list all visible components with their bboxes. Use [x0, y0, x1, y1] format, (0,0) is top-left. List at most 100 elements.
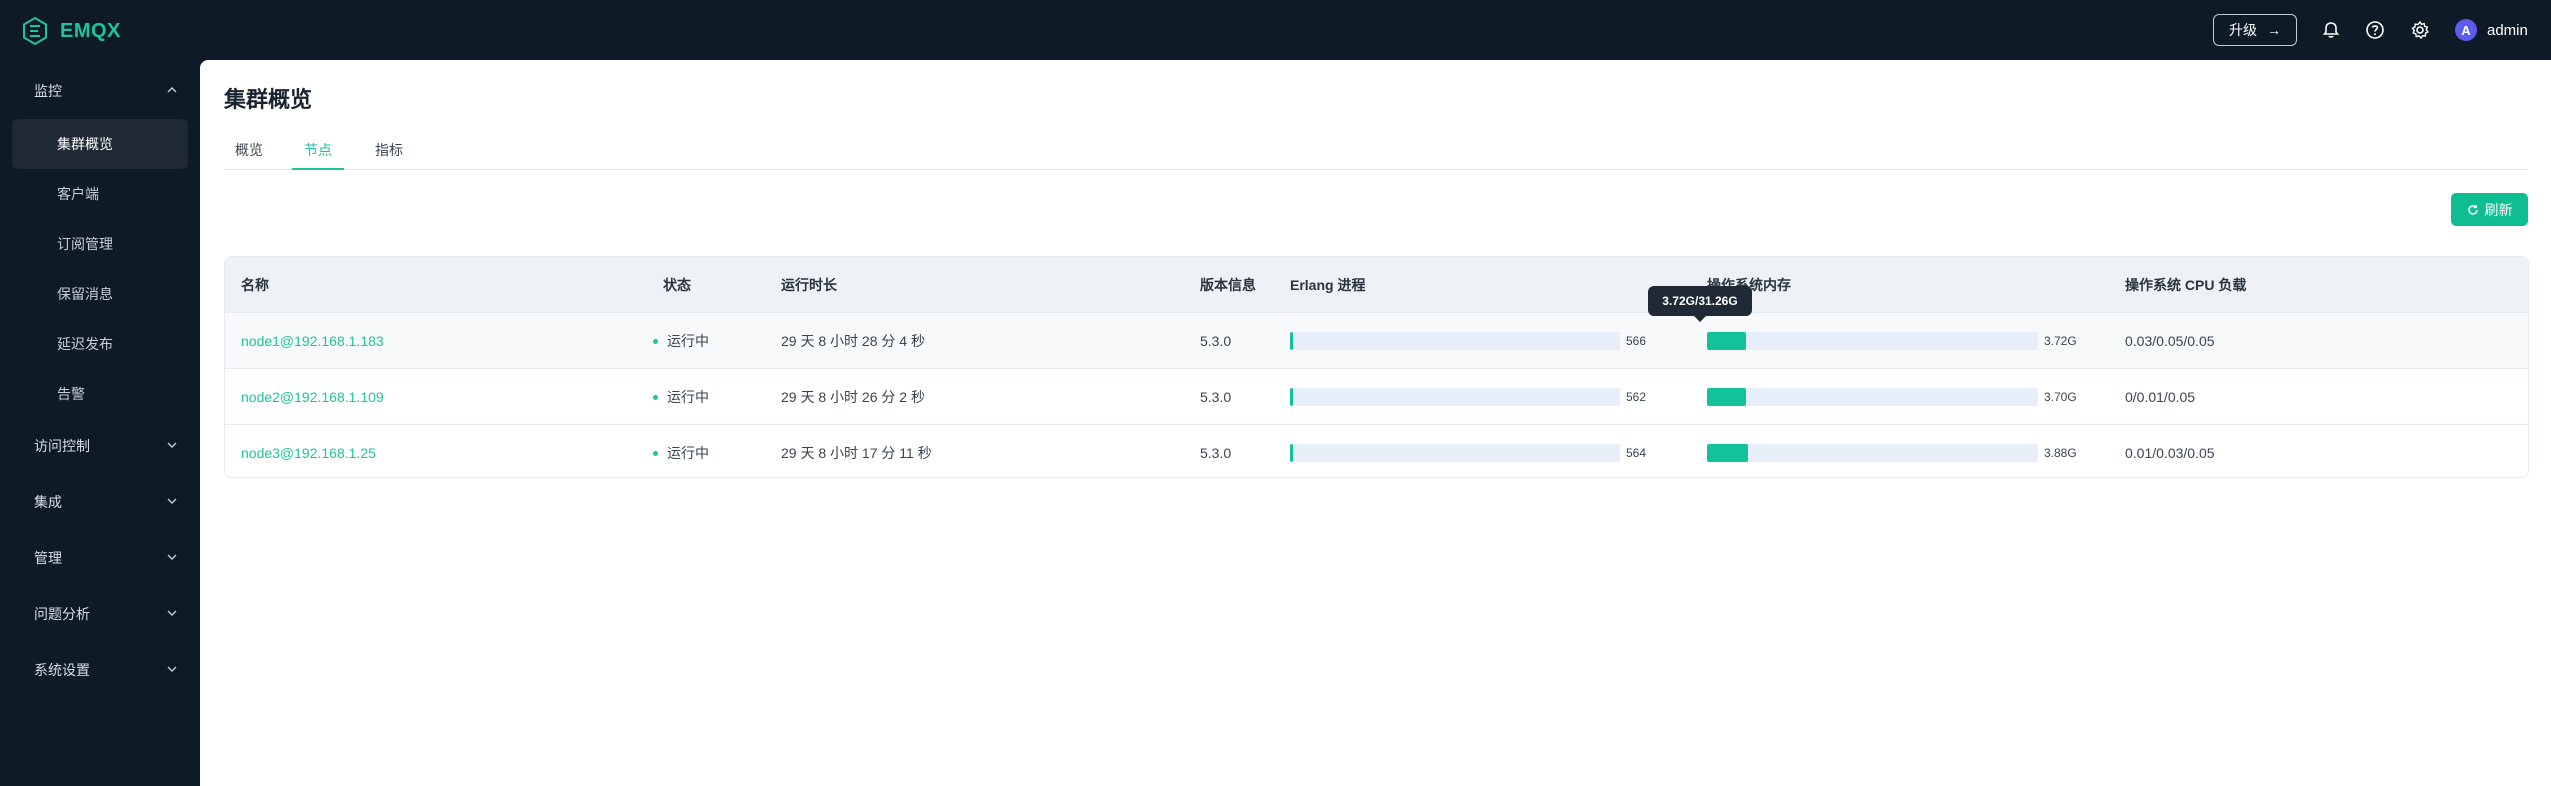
column-header-name: 名称 [241, 276, 269, 293]
erlang-progress-fill [1290, 444, 1293, 462]
status-text: 运行中 [667, 333, 709, 349]
version-cell: 5.3.0 [1200, 445, 1232, 461]
refresh-icon [2467, 204, 2478, 215]
memory-value: 3.70G [2044, 390, 2077, 404]
sidebar-item-delayed-publish[interactable]: 延迟发布 [12, 319, 188, 369]
erlang-progress-bar [1290, 444, 1620, 462]
erlang-progress-bar [1290, 388, 1620, 406]
memory-progress-fill [1707, 332, 1746, 350]
chevron-down-icon [167, 498, 177, 504]
column-header-version: 版本信息 [1200, 276, 1256, 293]
settings-gear-icon[interactable] [2408, 18, 2432, 42]
table-row: node1@192.168.1.183 运行中 29 天 8 小时 28 分 4… [225, 312, 2528, 368]
status-cell: 运行中 [653, 425, 709, 481]
main-content: 集群概览 概览 节点 指标 刷新 名称 状态 运行时长 版本信息 Erlang … [200, 60, 2551, 786]
sidebar-group-label: 监控 [34, 83, 62, 99]
erlang-progress-bar [1290, 332, 1620, 350]
chevron-down-icon [167, 666, 177, 672]
memory-progress-bar[interactable] [1707, 444, 2038, 462]
table-header: 名称 状态 运行时长 版本信息 Erlang 进程 操作系统内存 操作系统 CP… [225, 257, 2528, 312]
help-icon[interactable] [2363, 18, 2387, 42]
column-header-status: 状态 [663, 276, 691, 293]
tab-nodes[interactable]: 节点 [292, 136, 344, 170]
sidebar-item-label: 集群概览 [57, 136, 113, 152]
top-bar: EMQX 升级 → A admin [0, 0, 2551, 60]
sidebar-group-label: 访问控制 [34, 438, 90, 454]
sidebar-group-label: 问题分析 [34, 606, 90, 622]
erlang-value: 566 [1626, 334, 1647, 348]
sidebar-group-monitor[interactable]: 监控 [0, 71, 200, 111]
logo[interactable]: EMQX [20, 16, 121, 46]
memory-value: 3.72G [2044, 334, 2077, 348]
nodes-table: 名称 状态 运行时长 版本信息 Erlang 进程 操作系统内存 操作系统 CP… [224, 256, 2529, 478]
cpu-load-cell: 0.03/0.05/0.05 [2125, 333, 2215, 349]
column-header-os-cpu-load: 操作系统 CPU 负载 [2125, 276, 2247, 293]
sidebar-group-label: 集成 [34, 494, 62, 510]
chevron-down-icon [167, 442, 177, 448]
memory-progress-fill [1707, 388, 1746, 406]
sidebar-item-alarms[interactable]: 告警 [12, 369, 188, 419]
column-header-uptime: 运行时长 [781, 276, 837, 293]
sidebar-group-label: 系统设置 [34, 662, 90, 678]
upgrade-button[interactable]: 升级 → [2213, 14, 2297, 46]
refresh-button[interactable]: 刷新 [2451, 193, 2528, 226]
notification-bell-icon[interactable] [2319, 18, 2343, 42]
page-title: 集群概览 [224, 87, 313, 112]
node-name-link[interactable]: node3@192.168.1.25 [241, 425, 376, 481]
status-running-dot-icon [653, 394, 658, 400]
uptime-cell: 29 天 8 小时 26 分 2 秒 [781, 389, 925, 405]
version-cell: 5.3.0 [1200, 333, 1232, 349]
sidebar: 监控 集群概览 客户端 订阅管理 保留消息 延迟发布 告警 访问控制 集成 管理… [0, 60, 200, 786]
sidebar-item-retained-messages[interactable]: 保留消息 [12, 269, 188, 319]
erlang-progress-fill [1290, 388, 1293, 406]
sidebar-group-management[interactable]: 管理 [0, 538, 200, 578]
memory-progress-bar[interactable] [1707, 388, 2038, 406]
sidebar-item-label: 告警 [57, 386, 85, 402]
table-row: node3@192.168.1.25 运行中 29 天 8 小时 17 分 11… [225, 424, 2528, 480]
tab-overview[interactable]: 概览 [224, 136, 274, 170]
erlang-progress-fill [1290, 332, 1293, 350]
sidebar-group-diagnostics[interactable]: 问题分析 [0, 594, 200, 634]
memory-value: 3.88G [2044, 446, 2077, 460]
arrow-right-icon: → [2267, 22, 2281, 38]
tab-metrics[interactable]: 指标 [364, 136, 414, 170]
erlang-value: 562 [1626, 390, 1647, 404]
status-cell: 运行中 [653, 313, 709, 369]
sidebar-group-label: 管理 [34, 550, 62, 566]
sidebar-item-label: 延迟发布 [57, 336, 113, 352]
memory-progress-fill [1707, 444, 1748, 462]
user-menu[interactable]: A admin [2455, 18, 2528, 42]
status-text: 运行中 [667, 389, 709, 405]
column-header-erlang-processes: Erlang 进程 [1290, 276, 1366, 293]
tab-label: 指标 [375, 142, 403, 158]
chevron-down-icon [167, 610, 177, 616]
avatar: A [2455, 19, 2477, 41]
tab-label: 节点 [304, 142, 332, 158]
upgrade-label: 升级 [2229, 22, 2257, 38]
emqx-logo-icon [23, 16, 47, 46]
sidebar-item-label: 订阅管理 [57, 236, 113, 252]
uptime-cell: 29 天 8 小时 17 分 11 秒 [781, 445, 932, 461]
sidebar-group-system-settings[interactable]: 系统设置 [0, 650, 200, 690]
uptime-cell: 29 天 8 小时 28 分 4 秒 [781, 333, 925, 349]
cpu-load-cell: 0.01/0.03/0.05 [2125, 445, 2215, 461]
sidebar-item-cluster-overview[interactable]: 集群概览 [12, 119, 188, 169]
status-running-dot-icon [653, 450, 658, 456]
username: admin [2487, 21, 2528, 39]
sidebar-group-access-control[interactable]: 访问控制 [0, 426, 200, 466]
memory-tooltip: 3.72G/31.26G [1648, 286, 1752, 322]
tab-label: 概览 [235, 142, 263, 158]
sidebar-item-label: 客户端 [57, 186, 99, 202]
chevron-down-icon [167, 554, 177, 560]
node-name-link[interactable]: node2@192.168.1.109 [241, 369, 384, 425]
logo-text: EMQX [60, 19, 121, 42]
sidebar-item-clients[interactable]: 客户端 [12, 169, 188, 219]
refresh-label: 刷新 [2484, 201, 2513, 218]
memory-progress-bar[interactable] [1707, 332, 2038, 350]
chevron-up-icon [167, 87, 177, 93]
sidebar-item-subscriptions[interactable]: 订阅管理 [12, 219, 188, 269]
sidebar-group-integration[interactable]: 集成 [0, 482, 200, 522]
node-name-link[interactable]: node1@192.168.1.183 [241, 313, 384, 369]
tab-bar: 概览 节点 指标 [224, 136, 2527, 170]
status-text: 运行中 [667, 445, 709, 461]
